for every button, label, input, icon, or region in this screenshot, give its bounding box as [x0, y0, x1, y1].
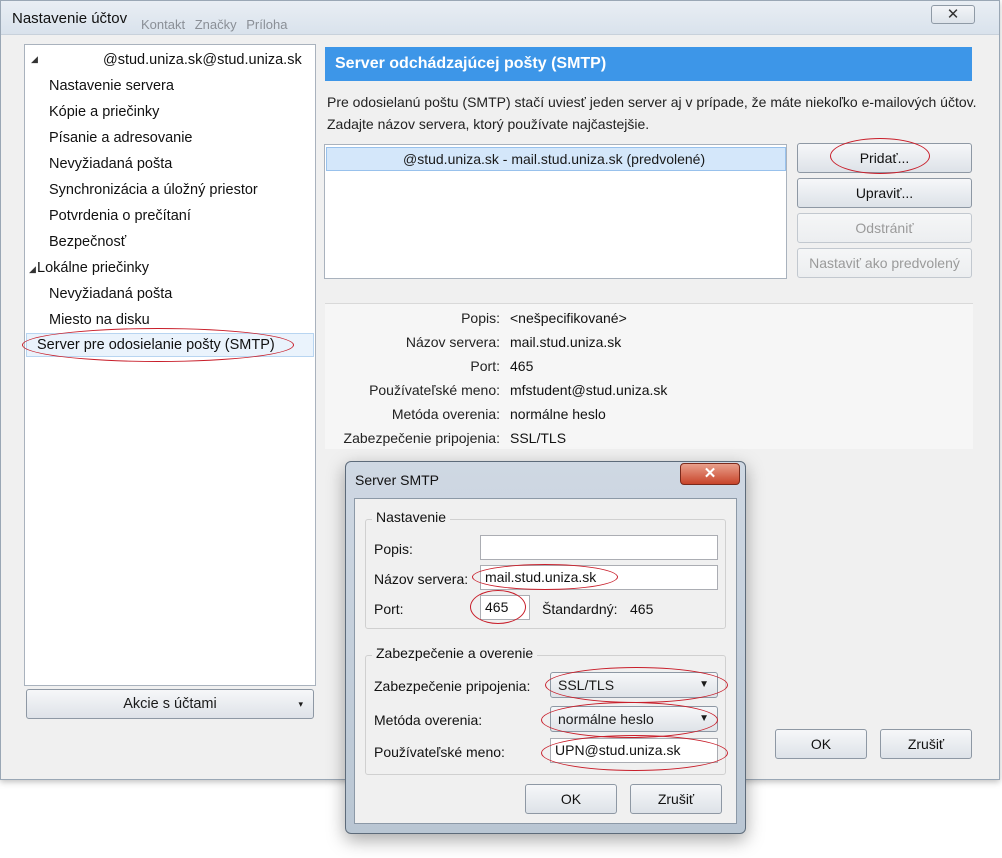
smtp-server-dialog: Server SMTP ✕ Nastavenie Popis: Názov se… — [345, 461, 746, 834]
detail-value-connection-security: SSL/TLS — [510, 430, 567, 446]
dropdown-arrow-icon: ▾ — [298, 699, 303, 709]
detail-label-server-name: Názov servera: — [405, 334, 500, 350]
detail-label-username: Používateľské meno: — [369, 382, 500, 398]
smtp-intro-text: Pre odosielanú poštu (SMTP) stačí uviesť… — [327, 94, 977, 132]
auth-method-select[interactable]: normálne heslo ▼ — [550, 706, 718, 732]
port-label: Port: — [374, 601, 404, 617]
remove-server-button[interactable]: Odstrániť — [797, 213, 972, 243]
dialog-body: Nastavenie Popis: Názov servera: mail.st… — [354, 498, 737, 824]
expand-arrow-icon[interactable]: ◢ — [31, 54, 38, 65]
tree-item-copies-folders[interactable]: Kópie a priečinky — [49, 100, 159, 124]
edit-server-button[interactable]: Upraviť... — [797, 178, 972, 208]
account-actions-button[interactable]: Akcie s účtami ▾ — [26, 689, 314, 719]
smtp-header: Server odchádzajúcej pošty (SMTP) — [325, 47, 972, 81]
close-icon: ✕ — [703, 465, 717, 482]
dialog-cancel-button[interactable]: Zrušiť — [630, 784, 722, 814]
dialog-close-button[interactable]: ✕ — [680, 463, 740, 485]
server-details: Popis: <nešpecifikované> Názov servera: … — [325, 303, 973, 449]
security-group-title: Zabezpečenie a overenie — [372, 645, 538, 661]
tree-item-security[interactable]: Bezpečnosť — [49, 230, 126, 254]
cancel-button[interactable]: Zrušiť — [880, 729, 972, 759]
default-port-value: 465 — [630, 601, 654, 617]
detail-value-server-name: mail.stud.uniza.sk — [510, 334, 622, 350]
settings-group: Nastavenie Popis: Názov servera: mail.st… — [365, 509, 726, 629]
tree-item-junk[interactable]: Nevyžiadaná pošta — [49, 152, 172, 176]
port-input[interactable]: 465 — [480, 595, 530, 620]
detail-value-description: <nešpecifikované> — [510, 310, 627, 326]
account-tree: ◢ @stud.uniza.sk@stud.uniza.sk Nastaveni… — [24, 44, 316, 686]
tree-item-sync-storage[interactable]: Synchronizácia a úložný priestor — [49, 178, 258, 202]
tree-local-folders[interactable]: Lokálne priečinky — [37, 256, 149, 280]
background-toolbar-tags: Značky — [194, 17, 237, 32]
detail-value-username: mfstudent@stud.uniza.sk — [510, 382, 668, 398]
dialog-title: Server SMTP — [355, 472, 440, 488]
username-input[interactable]: UPN@stud.uniza.sk — [550, 738, 718, 763]
add-server-button[interactable]: Pridať... — [797, 143, 972, 173]
tree-item-composition[interactable]: Písanie a adresovanie — [49, 126, 193, 150]
title-bar: Nastavenie účtov Kontakt Značky Príloha … — [1, 1, 999, 35]
tree-item-server-settings[interactable]: Nastavenie servera — [49, 74, 174, 98]
tree-item-smtp[interactable]: Server pre odosielanie pošty (SMTP) — [26, 333, 314, 357]
server-name-label: Názov servera: — [374, 571, 469, 587]
background-toolbar: Kontakt Značky Príloha — [141, 17, 293, 32]
server-name-input[interactable]: mail.stud.uniza.sk — [480, 565, 718, 590]
ok-button[interactable]: OK — [775, 729, 867, 759]
window-title: Nastavenie účtov — [12, 10, 128, 27]
dropdown-arrow-icon: ▼ — [699, 713, 709, 724]
detail-label-connection-security: Zabezpečenie pripojenia: — [343, 430, 500, 446]
detail-label-description: Popis: — [461, 310, 500, 326]
connection-security-label: Zabezpečenie pripojenia: — [374, 678, 531, 694]
description-label: Popis: — [374, 541, 413, 557]
detail-value-auth-method: normálne heslo — [510, 406, 606, 422]
tree-account[interactable]: @stud.uniza.sk@stud.uniza.sk — [103, 48, 302, 72]
close-icon: ✕ — [946, 6, 960, 23]
account-actions-label: Akcie s účtami — [123, 696, 217, 712]
window-close-button[interactable]: ✕ — [931, 5, 975, 24]
connection-security-value: SSL/TLS — [558, 677, 615, 693]
auth-method-label: Metóda overenia: — [374, 712, 483, 728]
dialog-ok-button[interactable]: OK — [525, 784, 617, 814]
connection-security-select[interactable]: SSL/TLS ▼ — [550, 672, 718, 698]
auth-method-value: normálne heslo — [558, 711, 654, 727]
default-port-label: Štandardný: — [542, 601, 618, 617]
background-toolbar-attachment: Príloha — [246, 17, 288, 32]
username-label: Používateľské meno: — [374, 744, 505, 760]
description-input[interactable] — [480, 535, 718, 560]
detail-value-port: 465 — [510, 358, 534, 374]
expand-arrow-icon[interactable]: ◢ — [29, 264, 36, 275]
detail-label-port: Port: — [470, 358, 500, 374]
set-default-server-button[interactable]: Nastaviť ako predvolený — [797, 248, 972, 278]
tree-item-disk-space[interactable]: Miesto na disku — [49, 308, 150, 332]
security-group: Zabezpečenie a overenie Zabezpečenie pri… — [365, 645, 726, 775]
settings-group-title: Nastavenie — [372, 509, 451, 525]
detail-label-auth-method: Metóda overenia: — [391, 406, 500, 422]
tree-item-return-receipts[interactable]: Potvrdenia o prečítaní — [49, 204, 191, 228]
smtp-server-list[interactable]: @stud.uniza.sk - mail.stud.uniza.sk (pre… — [324, 144, 787, 279]
smtp-server-entry[interactable]: @stud.uniza.sk - mail.stud.uniza.sk (pre… — [326, 147, 786, 171]
background-toolbar-contact: Kontakt — [141, 17, 186, 32]
tree-item-local-junk[interactable]: Nevyžiadaná pošta — [49, 282, 172, 306]
dropdown-arrow-icon: ▼ — [699, 679, 709, 690]
